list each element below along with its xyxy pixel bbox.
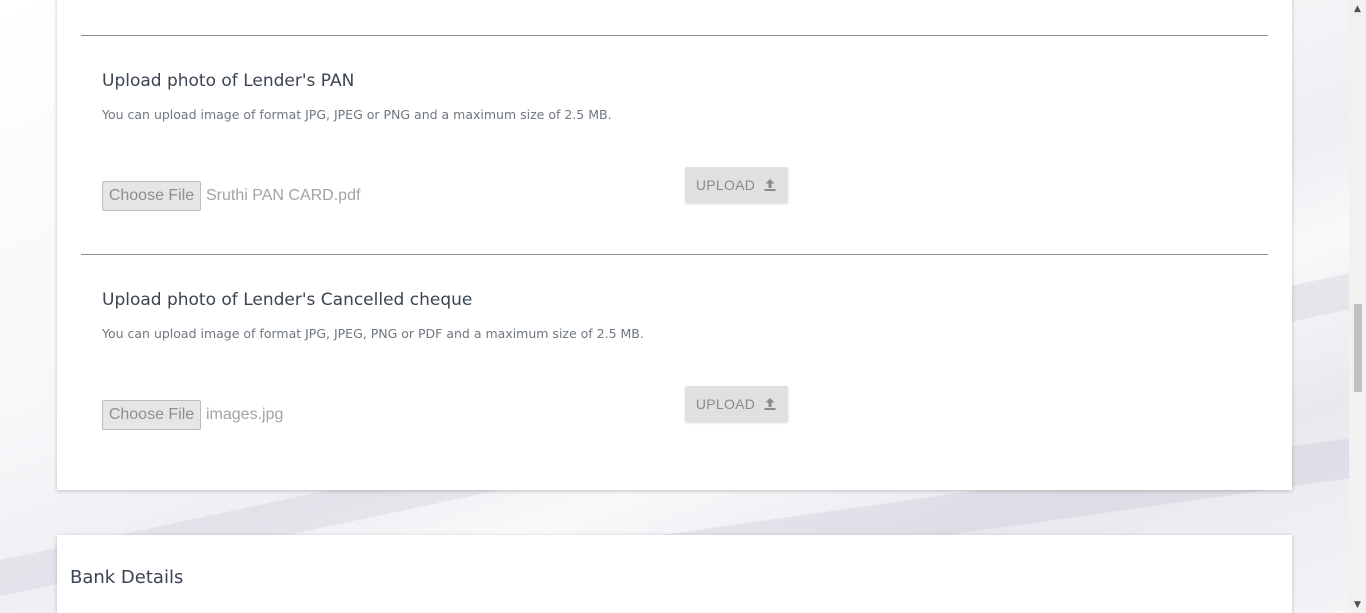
bank-details-title: Bank Details: [70, 567, 184, 588]
pan-upload-button-label: UPLOAD: [695, 177, 756, 193]
scroll-up-arrow-icon[interactable]: ▲: [1349, 0, 1366, 17]
upload-icon: [763, 178, 777, 192]
cheque-choose-file-button[interactable]: Choose File: [102, 400, 201, 430]
cheque-upload-description: You can upload image of format JPG, JPEG…: [102, 326, 644, 341]
cheque-upload-button-label: UPLOAD: [695, 396, 756, 412]
bank-details-card: Bank Details: [57, 535, 1292, 613]
cheque-selected-file-name: images.jpg: [206, 406, 284, 423]
cheque-upload-title: Upload photo of Lender's Cancelled chequ…: [102, 290, 473, 310]
cheque-upload-button[interactable]: UPLOAD: [685, 386, 788, 422]
vertical-scrollbar[interactable]: ▲ ▼: [1349, 0, 1366, 613]
pan-upload-button[interactable]: UPLOAD: [685, 167, 788, 203]
pan-upload-description: You can upload image of format JPG, JPEG…: [102, 107, 612, 122]
section-divider: [81, 254, 1268, 255]
cheque-file-input: Choose File images.jpg: [102, 400, 283, 430]
scroll-down-arrow-icon[interactable]: ▼: [1349, 596, 1366, 613]
pan-upload-title: Upload photo of Lender's PAN: [102, 71, 355, 91]
upload-documents-card: Upload photo of Lender's PAN You can upl…: [57, 0, 1292, 490]
pan-choose-file-button[interactable]: Choose File: [102, 181, 201, 211]
pan-file-input: Choose File Sruthi PAN CARD.pdf: [102, 181, 360, 211]
pan-selected-file-name: Sruthi PAN CARD.pdf: [206, 187, 361, 204]
upload-icon: [763, 397, 777, 411]
scrollbar-thumb[interactable]: [1354, 304, 1362, 392]
section-divider: [81, 35, 1268, 36]
